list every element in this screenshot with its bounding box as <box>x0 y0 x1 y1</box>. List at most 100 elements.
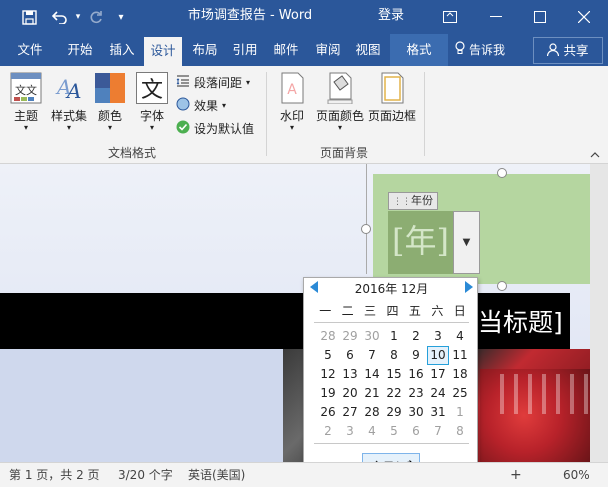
calendar-day[interactable]: 19 <box>317 384 339 403</box>
minimize-icon[interactable] <box>474 0 518 34</box>
calendar-day[interactable]: 28 <box>317 327 339 346</box>
calendar-day[interactable]: 4 <box>449 327 471 346</box>
calendar-day[interactable]: 13 <box>339 365 361 384</box>
calendar-day[interactable]: 29 <box>383 403 405 422</box>
tab-format[interactable]: 格式 <box>390 34 448 66</box>
content-control-tag[interactable]: ⋮⋮年份 <box>388 192 438 210</box>
calendar-day[interactable]: 3 <box>339 422 361 441</box>
calendar-day[interactable]: 6 <box>339 346 361 365</box>
style-set-button[interactable]: AA 样式集 ▾ <box>50 72 88 132</box>
maximize-icon[interactable] <box>518 0 562 34</box>
paragraph-spacing-button[interactable]: 段落间距 ▾ <box>176 74 250 91</box>
calendar-day[interactable]: 15 <box>383 365 405 384</box>
calendar-day[interactable]: 18 <box>449 365 471 384</box>
tab-file[interactable]: 文件 <box>6 34 54 66</box>
calendar-day[interactable]: 29 <box>339 327 361 346</box>
theme-button[interactable]: 文文 主题 ▾ <box>8 72 44 132</box>
calendar-day[interactable]: 7 <box>361 346 383 365</box>
calendar-day[interactable]: 17 <box>427 365 449 384</box>
calendar-day[interactable]: 20 <box>339 384 361 403</box>
page-info[interactable]: 第 1 页，共 2 页 <box>9 463 100 487</box>
effects-icon <box>176 97 190 114</box>
calendar-day[interactable]: 31 <box>427 403 449 422</box>
resize-handle[interactable] <box>497 168 507 178</box>
calendar-day[interactable]: 2 <box>317 422 339 441</box>
calendar-day[interactable]: 8 <box>449 422 471 441</box>
calendar-day[interactable]: 1 <box>449 403 471 422</box>
calendar-day[interactable]: 30 <box>361 327 383 346</box>
calendar-day[interactable]: 11 <box>449 346 471 365</box>
calendar-day[interactable]: 3 <box>427 327 449 346</box>
chevron-down-icon: ▾ <box>337 123 342 132</box>
calendar-day[interactable]: 23 <box>405 384 427 403</box>
tab-insert[interactable]: 插入 <box>102 34 142 66</box>
person-icon <box>547 39 560 65</box>
calendar-day[interactable]: 5 <box>317 346 339 365</box>
effects-button[interactable]: 效果 ▾ <box>176 97 226 114</box>
calendar-day[interactable]: 8 <box>383 346 405 365</box>
tab-references[interactable]: 引用 <box>226 34 264 66</box>
zoom-level[interactable]: 60% <box>563 463 590 487</box>
page-borders-button[interactable]: 页面边框 <box>366 72 418 124</box>
collapse-ribbon-icon[interactable] <box>590 148 600 161</box>
calendar-day[interactable]: 7 <box>427 422 449 441</box>
language-indicator[interactable]: 英语(美国) <box>188 463 245 487</box>
tab-home[interactable]: 开始 <box>58 34 102 66</box>
fonts-button[interactable]: 文 字体 ▾ <box>134 72 170 132</box>
zoom-in-icon[interactable]: + <box>510 463 522 487</box>
calendar-day[interactable]: 1 <box>383 327 405 346</box>
next-month-icon[interactable] <box>465 281 473 293</box>
tab-review[interactable]: 审阅 <box>308 34 348 66</box>
page-color-button[interactable]: 页面颜色 ▾ <box>314 72 366 132</box>
calendar-day[interactable]: 26 <box>317 403 339 422</box>
share-button[interactable]: 共享 <box>533 37 603 64</box>
calendar-day[interactable]: 16 <box>405 365 427 384</box>
tab-mailings[interactable]: 邮件 <box>266 34 306 66</box>
year-placeholder: [年] <box>392 222 449 260</box>
watermark-button[interactable]: A 水印 ▾ <box>274 72 310 132</box>
svg-text:文文: 文文 <box>15 83 37 97</box>
calendar-day[interactable]: 22 <box>383 384 405 403</box>
tell-me-search[interactable]: 告诉我 <box>455 34 505 66</box>
calendar-day[interactable]: 27 <box>339 403 361 422</box>
save-icon[interactable] <box>14 0 44 34</box>
calendar-day[interactable]: 30 <box>405 403 427 422</box>
undo-icon[interactable] <box>48 0 72 34</box>
date-picker-calendar: 2016年 12月 一 二 三 四 五 六 日 28 29 30 1 2 3 4… <box>303 277 478 485</box>
calendar-day[interactable]: 21 <box>361 384 383 403</box>
close-icon[interactable] <box>562 0 606 34</box>
calendar-day[interactable]: 12 <box>317 365 339 384</box>
calendar-day-selected[interactable]: 10 <box>427 346 449 365</box>
calendar-day[interactable]: 28 <box>361 403 383 422</box>
resize-handle[interactable] <box>361 224 371 234</box>
calendar-day[interactable]: 2 <box>405 327 427 346</box>
tab-view[interactable]: 视图 <box>348 34 388 66</box>
colors-label: 颜色 <box>97 109 122 123</box>
login-button[interactable]: 登录 <box>362 0 420 34</box>
tab-design[interactable]: 设计 <box>144 37 182 66</box>
customize-qat-icon[interactable]: ▾ <box>112 0 130 34</box>
ribbon-display-options-icon[interactable] <box>428 0 472 34</box>
svg-text:A: A <box>65 79 81 103</box>
calendar-day[interactable]: 24 <box>427 384 449 403</box>
chevron-down-icon: ▾ <box>23 123 28 132</box>
word-count[interactable]: 3/20 个字 <box>118 463 173 487</box>
calendar-month-label[interactable]: 2016年 12月 <box>304 280 479 297</box>
resize-handle[interactable] <box>497 281 507 291</box>
undo-dropdown-icon[interactable]: ▾ <box>72 0 84 34</box>
style-set-label: 样式集 <box>50 109 87 123</box>
document-title-fragment: 当标题] <box>478 308 563 337</box>
date-picker-dropdown-button[interactable]: ▼ <box>453 211 480 274</box>
group-separator <box>424 72 425 156</box>
calendar-day[interactable]: 4 <box>361 422 383 441</box>
set-default-button[interactable]: 设为默认值 <box>176 120 254 137</box>
calendar-day[interactable]: 25 <box>449 384 471 403</box>
tab-layout[interactable]: 布局 <box>186 34 224 66</box>
calendar-day[interactable]: 14 <box>361 365 383 384</box>
redo-icon[interactable] <box>86 0 106 34</box>
paragraph-spacing-icon <box>176 74 190 91</box>
calendar-day[interactable]: 5 <box>383 422 405 441</box>
colors-button[interactable]: 颜色 ▾ <box>92 72 128 132</box>
calendar-day[interactable]: 6 <box>405 422 427 441</box>
calendar-day[interactable]: 9 <box>405 346 427 365</box>
